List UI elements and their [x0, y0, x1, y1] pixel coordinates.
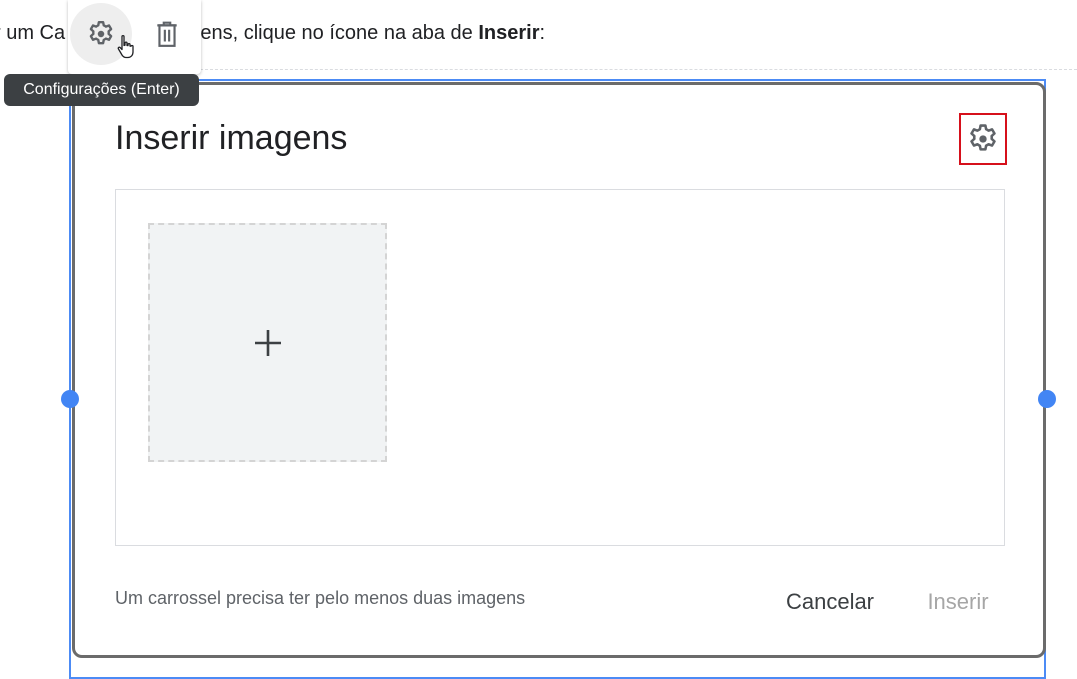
insert-button[interactable]: Inserir — [913, 585, 1003, 619]
dialog-title: Inserir imagens — [115, 119, 348, 157]
dialog-settings-button[interactable] — [959, 113, 1007, 165]
instruction-middle: agens, clique no ícone na aba de — [178, 22, 479, 44]
image-drop-area — [115, 189, 1005, 546]
cancel-button[interactable]: Cancelar — [775, 585, 885, 619]
add-image-tile[interactable] — [148, 223, 387, 462]
gear-icon — [970, 124, 996, 151]
block-toolbar — [68, 0, 201, 74]
resize-handle-right[interactable] — [1038, 390, 1056, 408]
resize-handle-left[interactable] — [61, 390, 79, 408]
instruction-suffix: : — [539, 22, 546, 44]
instruction-bold: Inserir — [478, 22, 540, 44]
hand-cursor-icon — [117, 34, 134, 59]
gear-icon — [89, 20, 113, 45]
carousel-hint: Um carrossel precisa ter pelo menos duas… — [115, 588, 526, 608]
insert-images-dialog: Inserir imagens Um carrossel precisa ter… — [72, 82, 1046, 658]
delete-button[interactable] — [136, 3, 198, 65]
divider — [200, 69, 1077, 70]
settings-tooltip: Configurações (Enter) — [4, 74, 199, 106]
trash-icon — [157, 21, 177, 47]
plus-icon — [254, 329, 281, 356]
instruction-prefix: r um Ca — [0, 22, 66, 44]
